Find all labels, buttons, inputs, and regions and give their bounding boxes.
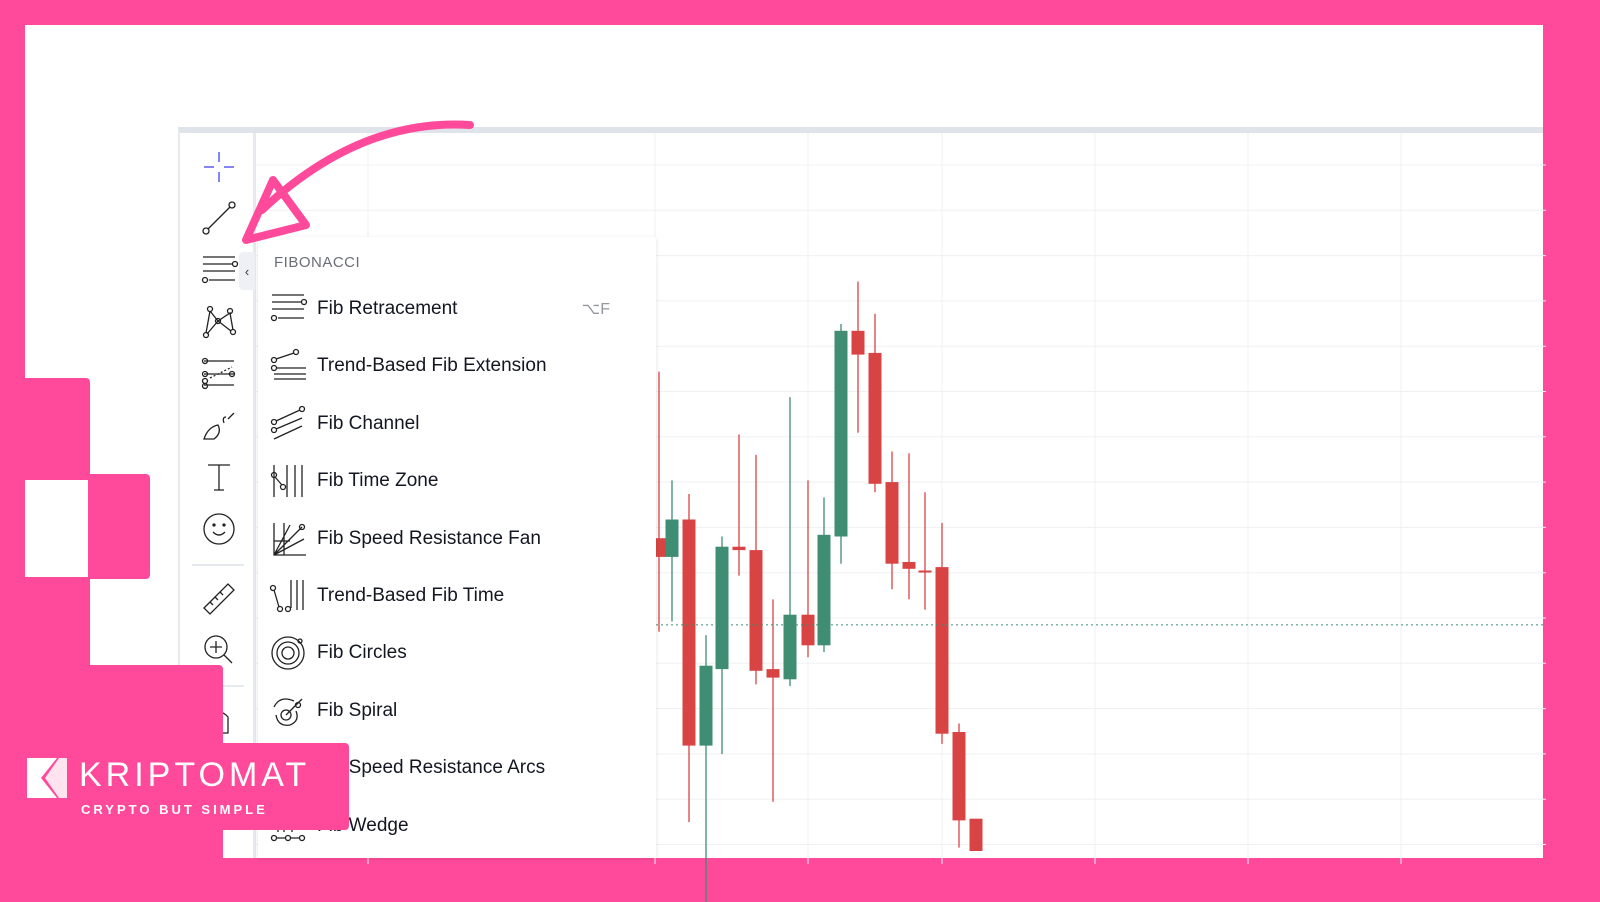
decor-block xyxy=(88,474,150,579)
brand-tagline: CRYPTO BUT SIMPLE xyxy=(81,802,268,817)
decor-block xyxy=(25,577,90,667)
decor-block xyxy=(25,378,90,480)
kriptomat-logo-mark-icon xyxy=(27,758,67,798)
brand-name: KRIPTOMAT xyxy=(79,756,311,794)
